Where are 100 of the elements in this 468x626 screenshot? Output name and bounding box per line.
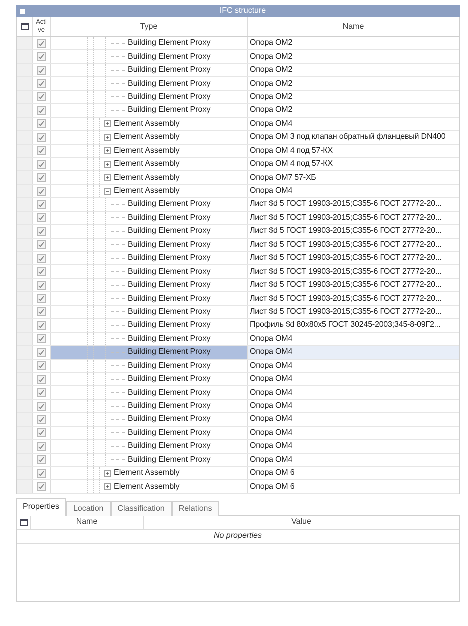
name-text: Опора OM 6 [250, 469, 295, 478]
checkbox[interactable] [37, 402, 46, 411]
type-cell[interactable]: Building Element Proxy [51, 426, 248, 440]
name-text: Лист $d 5 ГОСТ 19903-2015;С355-6 ГОСТ 27772-20... [250, 200, 442, 208]
type-cell[interactable]: Building Element Proxy [51, 440, 248, 453]
checkbox[interactable] [37, 294, 46, 304]
checkbox[interactable] [37, 361, 46, 370]
type-text: Building Element Proxy [128, 214, 211, 222]
expand-icon[interactable] [104, 160, 111, 168]
name-text: Опора OM2 [250, 39, 293, 48]
type-cell[interactable]: Building Element Proxy [51, 64, 248, 76]
checkbox[interactable] [37, 92, 46, 102]
type-cell[interactable]: Building Element Proxy [51, 90, 248, 104]
checkbox[interactable] [37, 66, 46, 75]
type-cell[interactable]: Building Element Proxy [51, 238, 248, 251]
checkbox[interactable] [37, 388, 46, 398]
type-cell[interactable]: Element Assembly [51, 480, 248, 493]
collapse-icon[interactable] [104, 188, 111, 195]
type-text: Building Element Proxy [128, 66, 211, 74]
checkbox[interactable] [37, 307, 46, 316]
type-cell[interactable]: Element Assembly [51, 144, 248, 157]
checkbox[interactable] [37, 414, 46, 424]
type-text: Element Assembly [114, 133, 180, 142]
checkbox[interactable] [37, 267, 46, 276]
type-cell[interactable]: Building Element Proxy [51, 212, 248, 224]
type-text: Building Element Proxy [128, 39, 211, 48]
checkbox[interactable] [37, 213, 46, 222]
checkbox[interactable] [37, 119, 46, 128]
type-cell[interactable]: Element Assembly [51, 118, 248, 130]
type-cell[interactable]: Building Element Proxy [51, 386, 248, 399]
column-chooser-icon[interactable] [20, 23, 28, 30]
tab[interactable]: Location [66, 500, 111, 516]
type-cell[interactable]: Building Element Proxy [51, 360, 248, 372]
expand-icon[interactable] [104, 470, 111, 477]
expand-icon[interactable] [104, 134, 111, 141]
column-header[interactable]: Name [342, 22, 364, 30]
checkbox[interactable] [37, 280, 46, 290]
tab[interactable]: Properties [16, 498, 66, 516]
type-cell[interactable]: Building Element Proxy [51, 225, 248, 238]
checkbox[interactable] [37, 320, 46, 330]
type-cell[interactable]: Building Element Proxy [51, 292, 248, 305]
column-header[interactable]: Value [292, 518, 312, 526]
type-cell[interactable]: Building Element Proxy [51, 37, 248, 50]
panel-title: IFC structure [218, 7, 268, 15]
column-header[interactable]: Name [76, 518, 98, 526]
type-cell[interactable]: Element Assembly [51, 184, 248, 198]
checkbox[interactable] [37, 374, 46, 384]
expand-icon[interactable] [104, 483, 111, 490]
checkbox[interactable] [37, 428, 46, 438]
type-cell[interactable]: Building Element Proxy [51, 252, 248, 264]
expand-icon[interactable] [104, 174, 111, 182]
type-cell[interactable]: Element Assembly [51, 467, 248, 480]
column-header[interactable]: Type [140, 22, 158, 30]
type-cell[interactable]: Building Element Proxy [51, 400, 248, 412]
checkbox[interactable] [37, 146, 46, 156]
checkbox[interactable] [37, 442, 46, 451]
checkbox[interactable] [37, 106, 46, 115]
type-cell[interactable]: Building Element Proxy [51, 319, 248, 332]
checkbox[interactable] [37, 173, 46, 182]
checkbox[interactable] [37, 334, 46, 344]
type-cell[interactable]: Element Assembly [51, 171, 248, 184]
type-cell[interactable]: Building Element Proxy [51, 265, 248, 278]
type-cell[interactable]: Building Element Proxy [51, 332, 248, 346]
type-cell[interactable]: Element Assembly [51, 158, 248, 170]
type-cell[interactable]: Building Element Proxy [51, 413, 248, 426]
expand-icon[interactable] [104, 147, 111, 154]
name-text: Опора OM2 [250, 66, 293, 74]
checkbox[interactable] [37, 132, 46, 142]
type-cell[interactable]: Building Element Proxy [51, 198, 248, 211]
checkbox[interactable] [37, 38, 46, 48]
type-cell[interactable]: Building Element Proxy [51, 306, 248, 318]
checkbox[interactable] [37, 52, 46, 62]
checkbox[interactable] [37, 200, 46, 209]
type-cell[interactable]: Building Element Proxy [51, 454, 248, 466]
panel-icon[interactable] [19, 8, 26, 14]
checkbox[interactable] [37, 79, 46, 88]
tab[interactable]: Classification [110, 500, 172, 516]
type-cell[interactable]: Building Element Proxy [51, 372, 248, 386]
checkbox[interactable] [37, 455, 46, 464]
type-cell[interactable]: Building Element Proxy [51, 77, 248, 90]
expand-icon[interactable] [104, 120, 111, 128]
type-cell[interactable]: Building Element Proxy [51, 50, 248, 63]
type-cell[interactable]: Building Element Proxy [51, 278, 248, 292]
type-text: Building Element Proxy [128, 294, 211, 303]
checkbox[interactable] [37, 482, 46, 492]
type-cell[interactable]: Building Element Proxy [51, 346, 248, 358]
checkbox[interactable] [37, 186, 46, 196]
checkbox[interactable] [37, 468, 46, 478]
name-text: Опора OM7 57-ХБ [250, 174, 316, 182]
column-chooser-icon[interactable] [20, 518, 28, 526]
type-cell[interactable]: Building Element Proxy [51, 104, 248, 117]
type-cell[interactable]: Element Assembly [51, 131, 248, 144]
checkbox[interactable] [37, 160, 46, 169]
name-text: Опора OM2 [250, 52, 293, 61]
checkbox[interactable] [37, 254, 46, 263]
checkbox[interactable] [37, 226, 46, 236]
checkbox[interactable] [37, 348, 46, 357]
type-text: Building Element Proxy [128, 254, 211, 262]
tab[interactable]: Relations [172, 500, 220, 516]
checkbox[interactable] [37, 240, 46, 250]
